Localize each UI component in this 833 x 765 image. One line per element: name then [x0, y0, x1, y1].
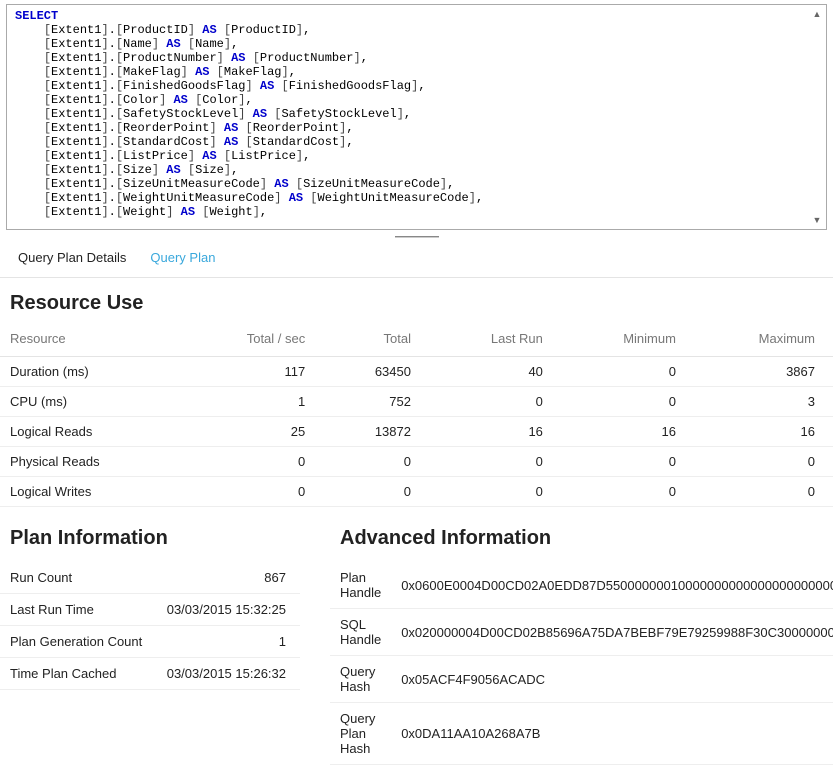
adv-info-table: Plan Handle0x0600E0004D00CD02A0EDD87D550… — [330, 562, 833, 765]
resource-total-sec: 117 — [181, 357, 324, 387]
plan-value: 867 — [155, 562, 300, 594]
resource-min: 0 — [561, 387, 694, 417]
resource-total: 0 — [323, 477, 429, 507]
resource-min: 16 — [561, 417, 694, 447]
col-total: Total — [323, 325, 429, 357]
resource-last-run: 0 — [429, 477, 561, 507]
resource-total-sec: 0 — [181, 447, 324, 477]
sql-code: SELECT [Extent1].[ProductID] AS [Product… — [15, 9, 818, 219]
resource-max: 3867 — [694, 357, 833, 387]
resource-last-run: 0 — [429, 447, 561, 477]
table-row: Plan Generation Count1 — [0, 626, 300, 658]
resource-label: Logical Writes — [0, 477, 181, 507]
col-total-sec: Total / sec — [181, 325, 324, 357]
adv-label: Query Hash — [330, 656, 391, 703]
table-row: Query Hash0x05ACF4F9056ACADC — [330, 656, 833, 703]
plan-value: 1 — [155, 626, 300, 658]
table-row: Last Run Time03/03/2015 15:32:25 — [0, 594, 300, 626]
table-row: Run Count867 — [0, 562, 300, 594]
resource-label: CPU (ms) — [0, 387, 181, 417]
adv-value: 0x0DA11AA10A268A7B — [391, 703, 833, 765]
plan-label: Last Run Time — [0, 594, 155, 626]
resource-total: 0 — [323, 447, 429, 477]
adv-label: SQL Handle — [330, 609, 391, 656]
scroll-up[interactable]: ▲ — [810, 7, 824, 21]
resource-max: 0 — [694, 477, 833, 507]
resource-label: Logical Reads — [0, 417, 181, 447]
resource-max: 16 — [694, 417, 833, 447]
table-row: Duration (ms)117634504003867 — [0, 357, 833, 387]
resource-total: 13872 — [323, 417, 429, 447]
plan-info-table: Run Count867Last Run Time03/03/2015 15:3… — [0, 562, 300, 690]
plan-value: 03/03/2015 15:26:32 — [155, 658, 300, 690]
plan-label: Time Plan Cached — [0, 658, 155, 690]
resource-min: 0 — [561, 357, 694, 387]
tab-query-plan-details[interactable]: Query Plan Details — [16, 246, 128, 273]
resource-total: 752 — [323, 387, 429, 417]
col-resource: Resource — [0, 325, 181, 357]
col-minimum: Minimum — [561, 325, 694, 357]
plan-value: 03/03/2015 15:32:25 — [155, 594, 300, 626]
table-row: Physical Reads00000 — [0, 447, 833, 477]
col-maximum: Maximum — [694, 325, 833, 357]
table-row: CPU (ms)1752003 — [0, 387, 833, 417]
adv-info-title: Advanced Information — [330, 507, 833, 562]
resource-label: Physical Reads — [0, 447, 181, 477]
tab-query-plan[interactable]: Query Plan — [148, 246, 217, 273]
scroll-down[interactable]: ▼ — [810, 213, 824, 227]
resource-total-sec: 0 — [181, 477, 324, 507]
sql-code-panel: SELECT [Extent1].[ProductID] AS [Product… — [6, 4, 827, 230]
resource-total-sec: 25 — [181, 417, 324, 447]
resource-min: 0 — [561, 447, 694, 477]
resource-last-run: 40 — [429, 357, 561, 387]
resource-max: 0 — [694, 447, 833, 477]
plan-label: Plan Generation Count — [0, 626, 155, 658]
resource-total-sec: 1 — [181, 387, 324, 417]
resource-use-title: Resource Use — [0, 278, 833, 325]
table-row: SQL Handle0x020000004D00CD02B85696A75DA7… — [330, 609, 833, 656]
resource-use-table: Resource Total / sec Total Last Run Mini… — [0, 325, 833, 507]
resource-max: 3 — [694, 387, 833, 417]
table-row: Logical Reads2513872161616 — [0, 417, 833, 447]
resource-label: Duration (ms) — [0, 357, 181, 387]
plan-info-title: Plan Information — [0, 507, 300, 562]
adv-label: Query Plan Hash — [330, 703, 391, 765]
plan-label: Run Count — [0, 562, 155, 594]
adv-value: 0x020000004D00CD02B85696A75DA7BEBF79E792… — [391, 609, 833, 656]
table-row: Time Plan Cached03/03/2015 15:26:32 — [0, 658, 300, 690]
col-last-run: Last Run — [429, 325, 561, 357]
table-row: Plan Handle0x0600E0004D00CD02A0EDD87D550… — [330, 562, 833, 609]
adv-value: 0x0600E0004D00CD02A0EDD87D55000000010000… — [391, 562, 833, 609]
resource-min: 0 — [561, 477, 694, 507]
resource-total: 63450 — [323, 357, 429, 387]
table-row: Query Plan Hash0x0DA11AA10A268A7B — [330, 703, 833, 765]
resource-last-run: 0 — [429, 387, 561, 417]
table-row: Logical Writes00000 — [0, 477, 833, 507]
adv-value: 0x05ACF4F9056ACADC — [391, 656, 833, 703]
tab-strip: Query Plan Details Query Plan — [0, 240, 833, 278]
resource-last-run: 16 — [429, 417, 561, 447]
adv-label: Plan Handle — [330, 562, 391, 609]
